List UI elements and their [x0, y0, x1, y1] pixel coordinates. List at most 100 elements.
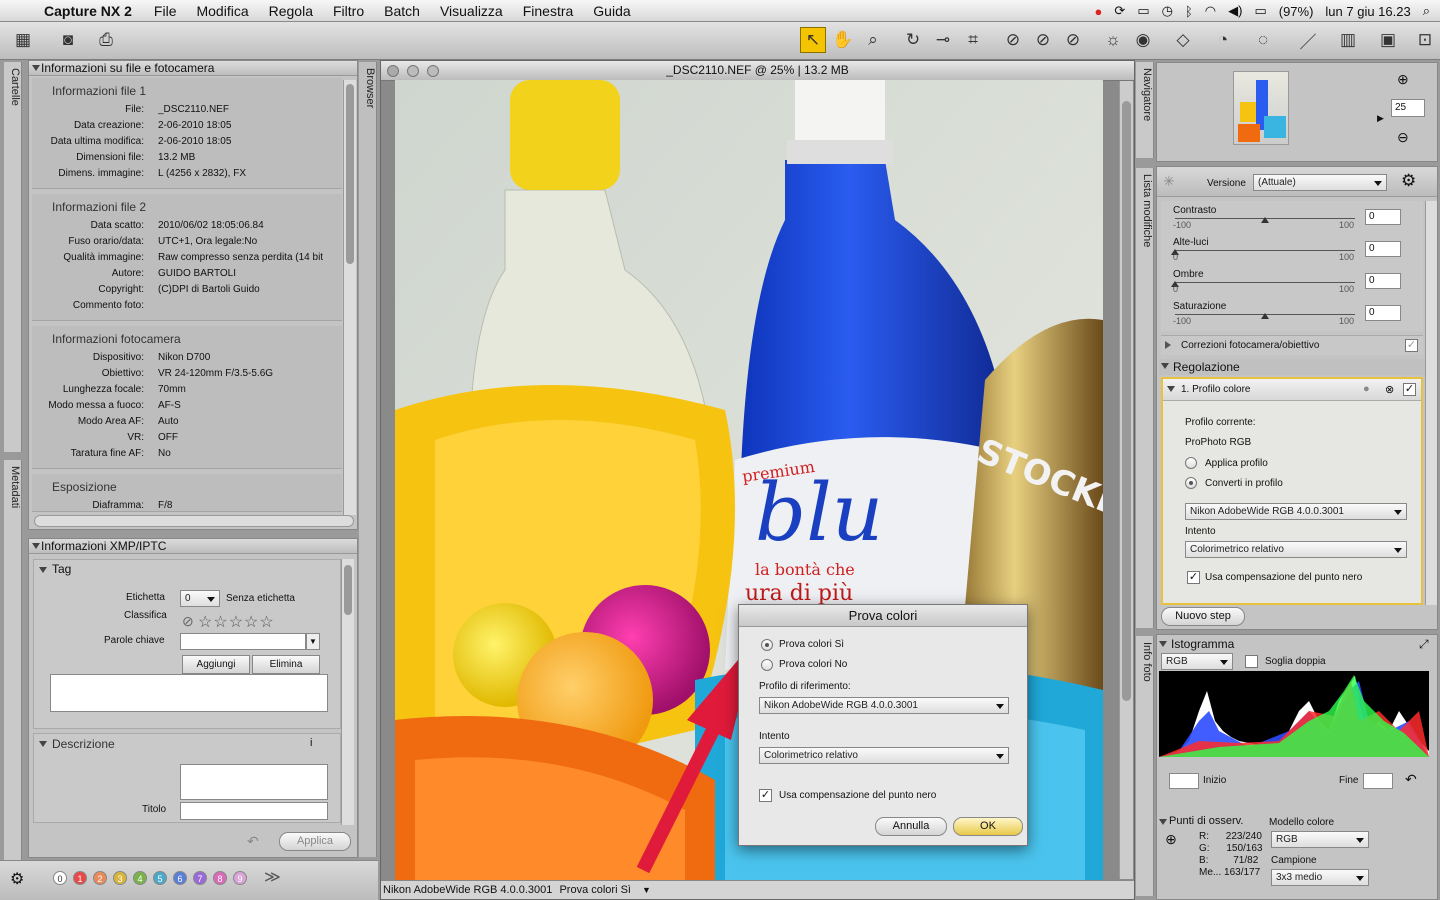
tab-folders[interactable]: Cartelle — [4, 62, 22, 452]
label-dot-3[interactable]: 3 — [113, 871, 127, 885]
autoretouch-icon[interactable]: ⊘ — [1060, 27, 1086, 53]
description-collapse-icon[interactable] — [39, 741, 47, 751]
intent-select[interactable]: Colorimetrico relativo — [759, 747, 1009, 764]
slider-thumb[interactable] — [1261, 213, 1269, 223]
scroll-thumb[interactable] — [346, 84, 354, 264]
description-title[interactable]: Descrizione — [52, 737, 115, 751]
clock[interactable]: lun 7 giu 16.23 — [1325, 4, 1410, 19]
step-collapse-icon[interactable] — [1167, 386, 1175, 396]
label-dot-4[interactable]: 4 — [133, 871, 147, 885]
menu-file[interactable]: File — [154, 3, 177, 19]
crop-icon[interactable]: ⌗ — [960, 27, 986, 53]
expand-arrow-icon[interactable] — [1165, 341, 1175, 349]
menu-window[interactable]: Finestra — [523, 3, 574, 19]
control-point-icon[interactable]: ◔ — [1210, 27, 1236, 53]
version-select[interactable]: (Attuale) — [1253, 174, 1387, 191]
menu-view[interactable]: Visualizza — [440, 3, 503, 19]
convert-profile-radio[interactable] — [1185, 477, 1197, 489]
tag-title[interactable]: Tag — [52, 562, 71, 576]
info-section-title[interactable]: Esposizione — [32, 474, 342, 498]
antivirus-icon[interactable]: ● — [1095, 4, 1103, 19]
menu-adjust[interactable]: Regola — [269, 3, 313, 19]
spotlight-icon[interactable]: ⌕ — [1423, 3, 1430, 19]
sample-select[interactable]: 3x3 medio — [1271, 869, 1369, 886]
apply-profile-label[interactable]: Applica profilo — [1205, 458, 1268, 469]
histogram-expand-icon[interactable]: ⤢ — [1419, 637, 1429, 652]
slider-track[interactable] — [1175, 250, 1355, 251]
document-scrollbar[interactable] — [1119, 81, 1133, 879]
timemachine-icon[interactable]: ◷ — [1162, 3, 1173, 19]
info-section-title[interactable]: Informazioni fotocamera — [32, 326, 342, 350]
end-input[interactable] — [1363, 773, 1393, 789]
double-threshold-label[interactable]: Soglia doppia — [1265, 656, 1326, 667]
info-section-title[interactable]: Informazioni file 1 — [32, 78, 342, 102]
description-input[interactable] — [180, 764, 328, 800]
output-icon[interactable]: ⎙ — [93, 27, 119, 53]
step-intent-select[interactable]: Colorimetrico relativo — [1185, 541, 1407, 558]
gear-icon[interactable]: ⚙ — [10, 869, 24, 889]
tab-photo-info[interactable]: Info foto — [1136, 636, 1154, 896]
reset-icon[interactable]: ↶ — [1405, 771, 1417, 788]
cancel-button[interactable]: Annulla — [875, 817, 947, 836]
zoom-in-icon[interactable]: ⊕ — [1397, 71, 1409, 88]
lasso-icon[interactable]: ◌ — [1250, 27, 1276, 53]
color-model-select[interactable]: RGB — [1271, 831, 1369, 848]
watch-points-label[interactable]: Punti di osserv. — [1169, 815, 1243, 827]
step-enable-checkbox[interactable]: ✓ — [1403, 383, 1416, 396]
slider-track[interactable] — [1175, 282, 1355, 283]
step-opacity-icon[interactable]: ● — [1363, 383, 1370, 395]
straighten-icon[interactable]: ⊸ — [930, 27, 956, 53]
file-info-hscrollbar[interactable] — [34, 515, 354, 527]
navigator-thumbnail[interactable] — [1233, 71, 1289, 145]
slider-value-input[interactable]: 0 — [1365, 209, 1401, 225]
hand-tool-icon[interactable]: ✋ — [830, 27, 856, 53]
menu-batch[interactable]: Batch — [384, 3, 420, 19]
zoom-out-icon[interactable]: ⊖ — [1397, 129, 1409, 146]
tag-collapse-icon[interactable] — [39, 567, 47, 577]
marquee-icon[interactable]: ⊡ — [1412, 27, 1438, 53]
watch-point-tool-icon[interactable]: ⊕ — [1159, 831, 1183, 853]
retouch-icon[interactable]: ⊘ — [1030, 27, 1056, 53]
label-dot-1[interactable]: 1 — [73, 871, 87, 885]
workspace-icon[interactable]: ▦ — [10, 27, 36, 53]
battery-icon[interactable]: ▭ — [1254, 3, 1266, 19]
camera-icon[interactable]: ◙ — [55, 27, 81, 53]
slider-thumb[interactable] — [1261, 309, 1269, 319]
tab-edit-list[interactable]: Lista modifiche — [1136, 168, 1154, 628]
convert-profile-label[interactable]: Converti in profilo — [1205, 478, 1283, 489]
display-icon[interactable]: ▭ — [1137, 3, 1149, 19]
proof-yes-label[interactable]: Prova colori Sì — [779, 639, 844, 650]
adjust-collapse-icon[interactable] — [1161, 363, 1169, 373]
redeye-icon[interactable]: ⊘ — [1000, 27, 1026, 53]
blackpoint-checkbox[interactable]: ✓ — [759, 789, 772, 802]
slider-value-input[interactable]: 0 — [1365, 273, 1401, 289]
menu-help[interactable]: Guida — [593, 3, 630, 19]
start-input[interactable] — [1169, 773, 1199, 789]
menu-edit[interactable]: Modifica — [196, 3, 248, 19]
double-threshold-checkbox[interactable] — [1245, 655, 1258, 668]
file-info-header[interactable]: Informazioni su file e fotocamera — [29, 61, 357, 76]
camera-corrections-row[interactable]: Correzioni fotocamera/obiettivo ✓ — [1161, 335, 1423, 355]
label-dot-2[interactable]: 2 — [93, 871, 107, 885]
slider-value-input[interactable]: 0 — [1365, 305, 1401, 321]
edit-list-scrollbar[interactable] — [1425, 201, 1437, 605]
ref-profile-select[interactable]: Nikon AdobeWide RGB 4.0.0.3001 — [759, 697, 1009, 714]
ok-button[interactable]: OK — [953, 817, 1023, 836]
blackpoint-label[interactable]: Usa compensazione del punto nero — [779, 790, 936, 801]
step-header[interactable]: 1. Profilo colore ● ⊗ ✓ — [1163, 379, 1421, 401]
label-dot-9[interactable]: 9 — [233, 871, 247, 885]
info-icon[interactable]: i — [310, 737, 312, 749]
no-rating-icon[interactable]: ⊘ — [182, 613, 194, 630]
brush-icon[interactable]: ／ — [1295, 27, 1321, 53]
step-blackpoint-label[interactable]: Usa compensazione del punto nero — [1205, 572, 1362, 583]
fill-icon[interactable]: ▣ — [1375, 27, 1401, 53]
camera-corrections-checkbox[interactable]: ✓ — [1405, 339, 1418, 352]
adjust-header[interactable]: Regolazione — [1159, 359, 1435, 375]
add-keyword-button[interactable]: Aggiungi — [182, 655, 250, 674]
tab-browser[interactable]: Browser — [359, 62, 377, 857]
histogram-collapse-icon[interactable] — [1159, 641, 1167, 651]
app-menu[interactable]: Capture NX 2 — [44, 3, 132, 19]
channel-select[interactable]: RGB — [1161, 653, 1233, 670]
watch-points-collapse-icon[interactable] — [1159, 819, 1167, 829]
label-dot-6[interactable]: 6 — [173, 871, 187, 885]
